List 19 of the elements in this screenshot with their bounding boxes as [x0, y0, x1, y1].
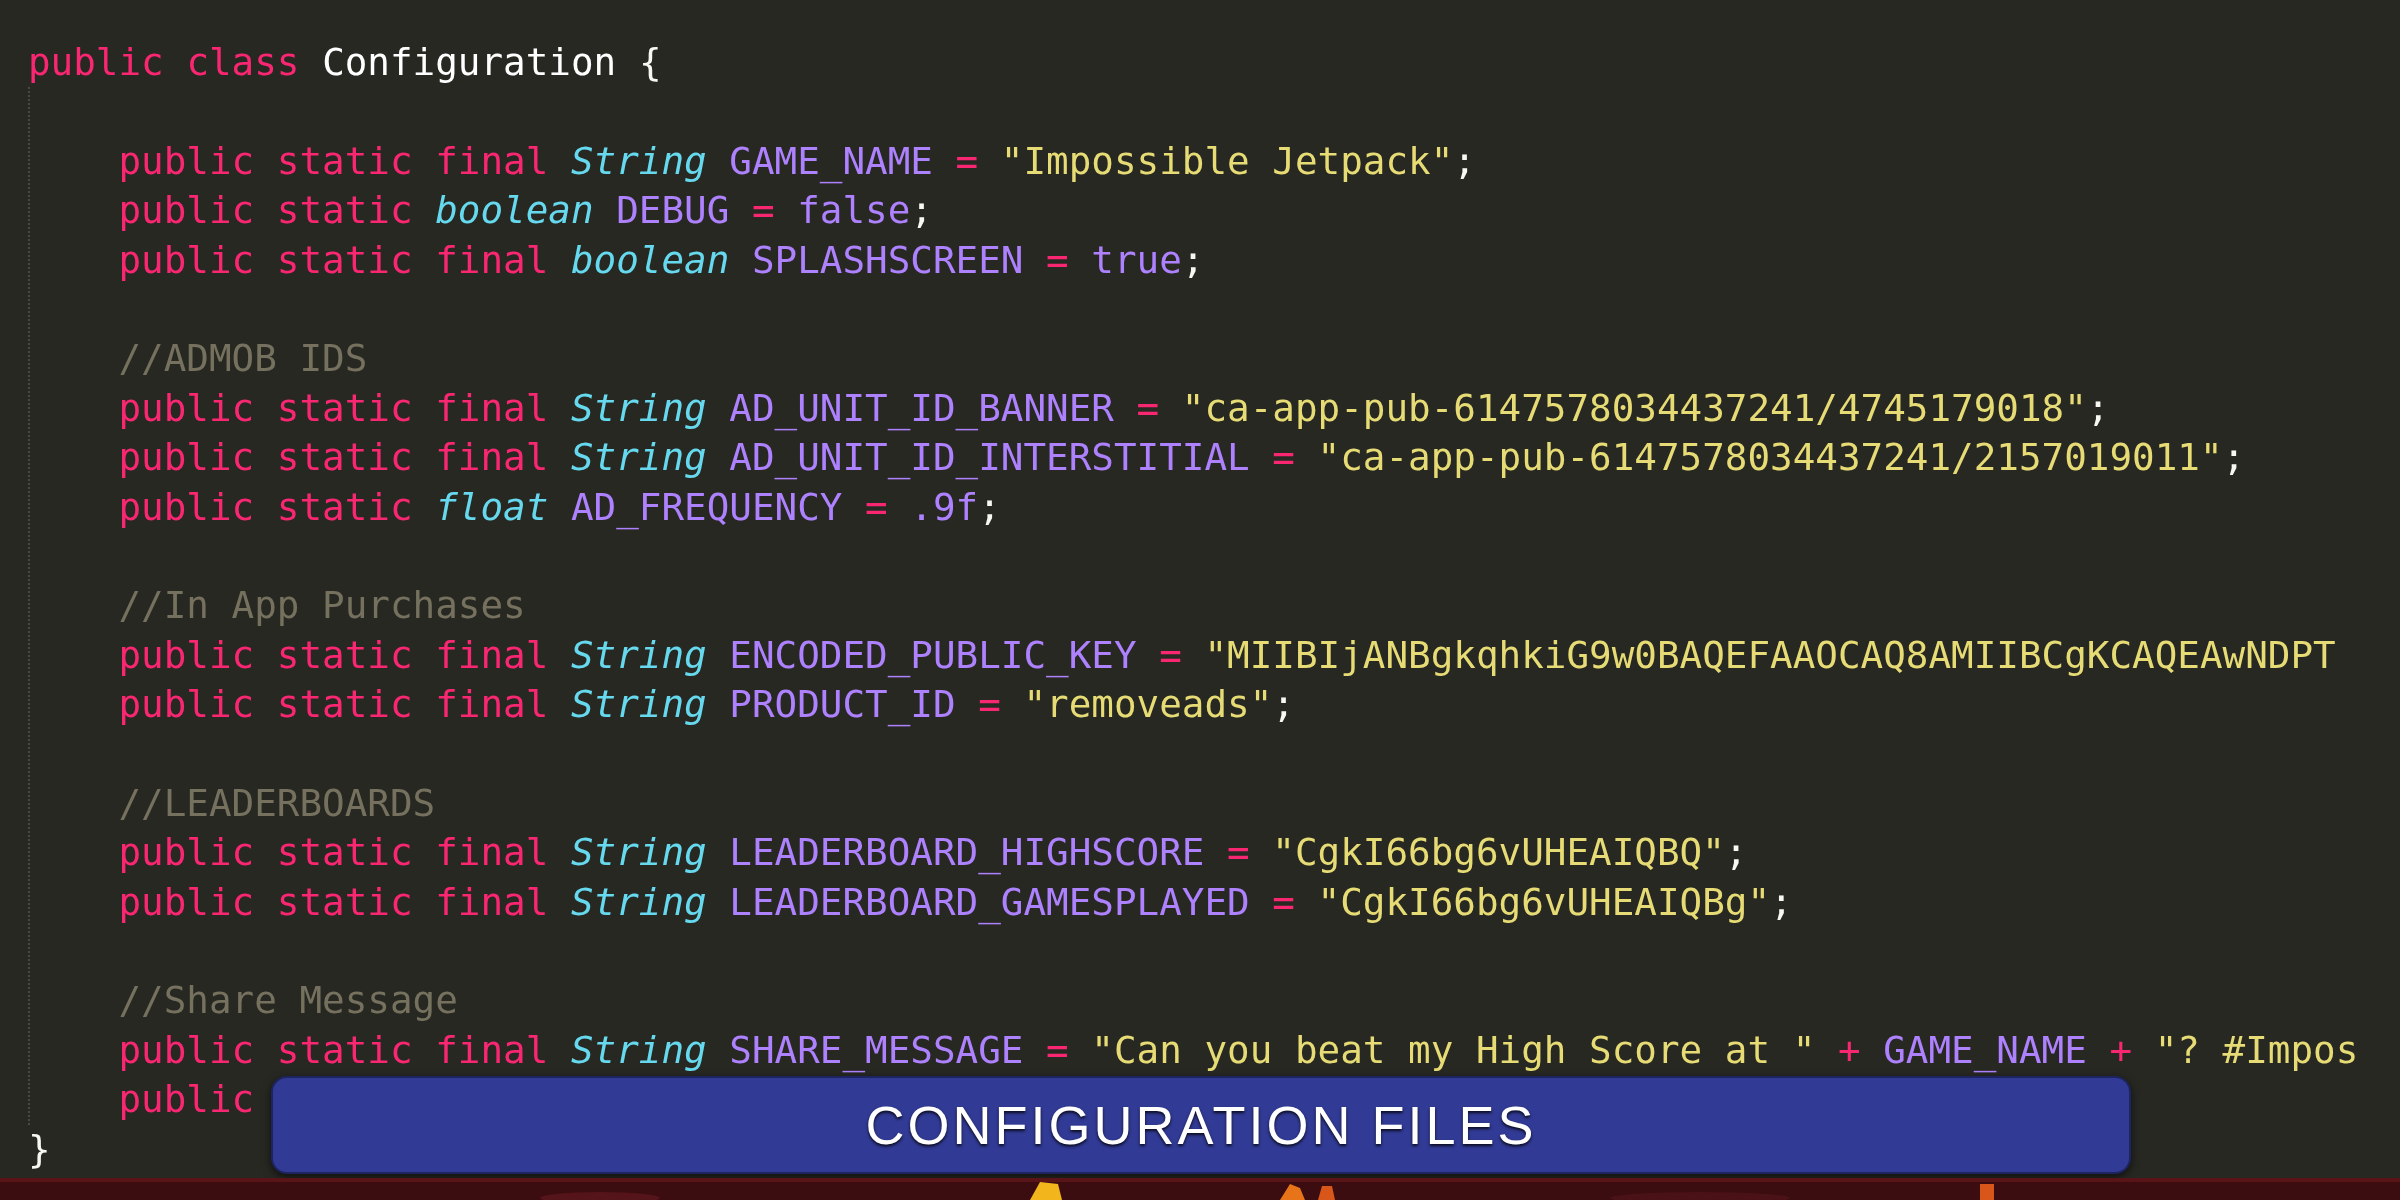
banner-title: CONFIGURATION FILES	[865, 1094, 1537, 1156]
code-line: public class Configuration {	[28, 39, 662, 86]
code-line: public static final String SHARE_MESSAGE = "Can you beat my High Score at " + GAME_NAME + "? #Impos	[118, 1026, 2359, 1075]
code-line: }	[28, 1125, 51, 1173]
code-line: public	[118, 1076, 255, 1124]
code-line: public static final String GAME_NAME = "Impossible Jetpack";	[118, 137, 1476, 186]
code-line: //LEADERBOARDS	[118, 779, 436, 827]
code-line: public static final String AD_UNIT_ID_BANNER = "ca-app-pub-6147578034437241/4745179018";	[118, 384, 2110, 433]
code-line: //In App Purchases	[118, 582, 526, 630]
code-line: public static float AD_FREQUENCY = .9f;	[118, 483, 1001, 532]
code-line: public static final String ENCODED_PUBLIC_KEY = "MIIBIjANBgkqhkiG9w0BAQEFAAOCAQ8AMIIBCgKCAQEAwNDPT	[118, 631, 2336, 680]
code-line: public static boolean DEBUG = false;	[118, 187, 933, 235]
code-line: //ADMOB IDS	[118, 335, 368, 383]
code-line: //Share Message	[118, 977, 458, 1025]
code-line: public static final String LEADERBOARD_HIGHSCORE = "CgkI66bg6vUHEAIQBQ";	[118, 829, 1748, 877]
code-line: public static final String PRODUCT_ID = "removeads";	[118, 681, 1295, 729]
code-line: public static final boolean SPLASHSCREEN = true;	[118, 236, 1205, 284]
code-line: public static final String AD_UNIT_ID_INTERSTITIAL = "ca-app-pub-6147578034437241/2157019011";	[118, 434, 2246, 482]
code-line: public static final String LEADERBOARD_GAMESPLAYED = "CgkI66bg6vUHEAIQBg";	[118, 878, 1793, 927]
